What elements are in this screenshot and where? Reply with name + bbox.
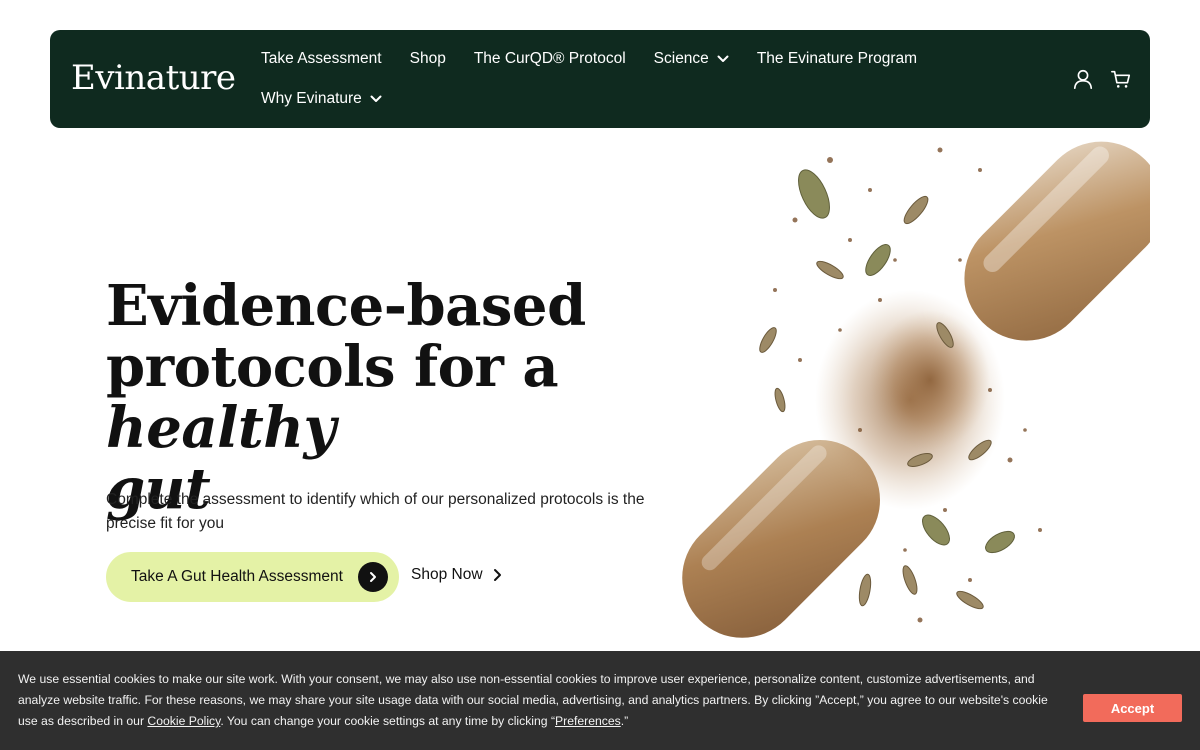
shop-now-label: Shop Now bbox=[411, 566, 483, 583]
site-header: Evinature Take Assessment Shop The CurQD… bbox=[50, 30, 1150, 128]
accept-cookies-button[interactable]: Accept bbox=[1083, 694, 1182, 722]
nav-label: Science bbox=[653, 50, 709, 67]
nav-row-2: Why Evinature bbox=[261, 88, 981, 110]
cookie-text: We use essential cookies to make our sit… bbox=[18, 669, 1063, 732]
nav-row-1: Take Assessment Shop The CurQD® Protocol… bbox=[261, 48, 981, 70]
cookie-policy-link[interactable]: Cookie Policy bbox=[147, 714, 220, 728]
nav-item-evinature-program[interactable]: The Evinature Program bbox=[757, 50, 917, 68]
cart-icon[interactable] bbox=[1110, 68, 1132, 90]
cookie-text-middle: . You can change your cookie settings at… bbox=[220, 714, 556, 728]
cookie-banner: We use essential cookies to make our sit… bbox=[0, 651, 1200, 750]
nav-label: Why Evinature bbox=[261, 90, 362, 107]
nav-item-why-evinature[interactable]: Why Evinature bbox=[261, 90, 382, 108]
chevron-down-icon bbox=[370, 95, 382, 102]
preferences-link[interactable]: Preferences bbox=[555, 714, 621, 728]
chevron-right-icon bbox=[370, 572, 376, 582]
shop-now-link[interactable]: Shop Now bbox=[411, 566, 502, 584]
nav-item-curqd-protocol[interactable]: The CurQD® Protocol bbox=[474, 50, 626, 68]
nav-label: The CurQD® Protocol bbox=[473, 50, 626, 67]
gut-assessment-button[interactable]: Take A Gut Health Assessment bbox=[106, 552, 399, 602]
nav-label: Take Assessment bbox=[261, 50, 382, 67]
nav-label: The Evinature Program bbox=[756, 50, 918, 67]
arrow-circle bbox=[358, 562, 388, 592]
brand-logo[interactable]: Evinature bbox=[71, 58, 236, 98]
account-icon[interactable] bbox=[1072, 68, 1094, 90]
main-nav: Take Assessment Shop The CurQD® Protocol… bbox=[261, 48, 981, 110]
hero-title-line2: protocols for a bbox=[106, 334, 559, 400]
hero-subtitle: Complete the assessment to identify whic… bbox=[106, 491, 645, 532]
header-icons bbox=[1072, 68, 1132, 90]
nav-item-take-assessment[interactable]: Take Assessment bbox=[261, 50, 382, 68]
chevron-right-icon bbox=[493, 569, 501, 581]
nav-label: Shop bbox=[409, 50, 446, 67]
gut-assessment-button-label: Take A Gut Health Assessment bbox=[131, 568, 343, 585]
hero-title: Evidence-based protocols for a healthy g… bbox=[106, 276, 706, 520]
nav-item-science[interactable]: Science bbox=[654, 50, 729, 68]
nav-item-shop[interactable]: Shop bbox=[410, 50, 446, 68]
cookie-text-end: .” bbox=[620, 714, 629, 728]
hero-title-line1: Evidence-based bbox=[106, 273, 586, 339]
capsule-hero-image bbox=[682, 141, 1150, 638]
hero-title-emphasis: healthy bbox=[106, 395, 336, 461]
chevron-down-icon bbox=[717, 55, 729, 62]
